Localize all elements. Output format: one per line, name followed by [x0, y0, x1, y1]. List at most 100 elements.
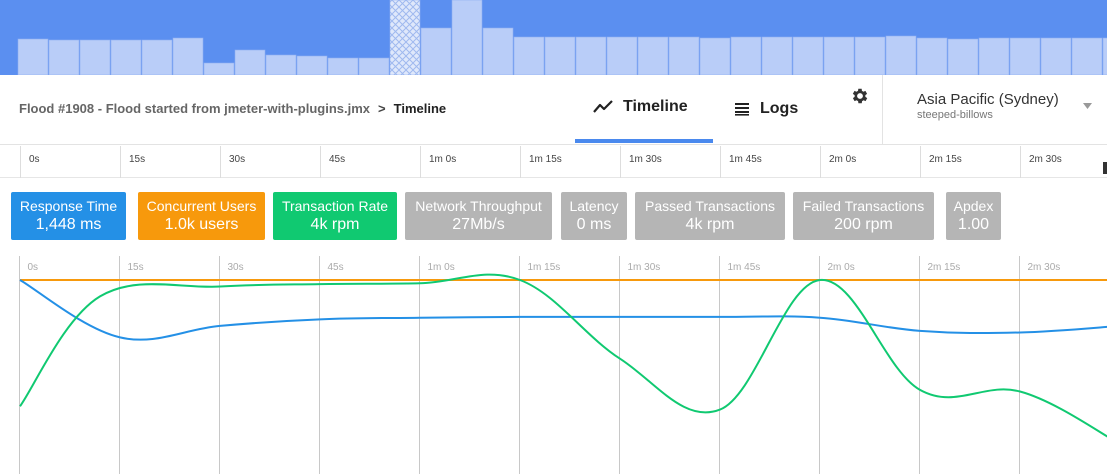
- metric-value: 200 rpm: [834, 216, 893, 233]
- overview-bar[interactable]: [544, 36, 576, 75]
- metric-value: 1.00: [957, 216, 990, 233]
- gear-icon[interactable]: [850, 86, 870, 106]
- breadcrumb: Flood #1908 - Flood started from jmeter-…: [19, 101, 446, 116]
- overview-bar[interactable]: [203, 62, 235, 75]
- metric-chip[interactable]: Transaction Rate 4k rpm: [273, 192, 397, 240]
- overview-bar[interactable]: [358, 57, 390, 75]
- overview-bar[interactable]: [265, 54, 297, 75]
- overview-bar[interactable]: [885, 35, 917, 75]
- overview-bar[interactable]: [761, 36, 793, 75]
- overview-bar[interactable]: [823, 36, 855, 75]
- time-ruler[interactable]: 0s 15s 30s 45s 1m 0s 1m 15s 1m 30s 1m 45s 2m 0s 2…: [0, 146, 1107, 178]
- overview-bar[interactable]: [575, 36, 607, 75]
- metric-value: 1,448 ms: [35, 216, 102, 233]
- metric-label: Transaction Rate: [281, 198, 389, 214]
- overview-bar[interactable]: [513, 36, 545, 75]
- overview-bar[interactable]: [79, 39, 111, 75]
- region-selector[interactable]: Asia Pacific (Sydney) steeped-billows: [882, 75, 1107, 145]
- ruler-tick-label: 1m 15s: [520, 146, 562, 178]
- chart-x-tick-label: 1m 30s: [628, 262, 661, 273]
- timeline-line-chart[interactable]: 0s 15s 30s 45s 1m 0s 1m 15s 1m 30s 1m 45s 2m 0s 2…: [0, 256, 1107, 474]
- ruler-tick-label: 15s: [120, 146, 145, 178]
- region-name: Asia Pacific (Sydney): [917, 91, 1059, 108]
- chart-x-tick-label: 0s: [28, 262, 39, 273]
- overview-bar[interactable]: [172, 37, 204, 75]
- tab-timeline[interactable]: Timeline: [575, 75, 713, 143]
- overview-bar[interactable]: [141, 39, 173, 75]
- metric-chip[interactable]: Apdex 1.00: [946, 192, 1001, 240]
- metric-value: 27Mb/s: [452, 216, 505, 233]
- metric-label: Response Time: [19, 198, 118, 214]
- chart-x-tick-label: 1m 15s: [528, 262, 561, 273]
- header-bar: Flood #1908 - Flood started from jmeter-…: [0, 75, 1107, 145]
- overview-selected-bar[interactable]: [389, 0, 421, 75]
- overview-bar[interactable]: [699, 37, 731, 75]
- ruler-tick-label: 2m 30s: [1020, 146, 1062, 178]
- overview-bar[interactable]: [110, 39, 142, 75]
- overview-bar[interactable]: [17, 38, 49, 75]
- ruler-cursor-handle[interactable]: [1103, 162, 1107, 174]
- ruler-tick-label: 2m 0s: [820, 146, 856, 178]
- metric-label: Failed Transactions: [802, 198, 925, 214]
- metric-chip[interactable]: Network Throughput 27Mb/s: [405, 192, 552, 240]
- overview-bar-chart[interactable]: [0, 0, 1107, 75]
- timeline-overview[interactable]: [0, 0, 1107, 75]
- ruler-tick-label: 0s: [20, 146, 40, 178]
- metric-value: 4k rpm: [310, 216, 360, 233]
- chart-x-tick-label: 45s: [328, 262, 344, 273]
- overview-bar[interactable]: [1009, 37, 1041, 75]
- ruler-tick-label: 1m 45s: [720, 146, 762, 178]
- chart-x-tick-label: 30s: [228, 262, 244, 273]
- metric-label: Concurrent Users: [146, 198, 257, 214]
- overview-bar[interactable]: [668, 36, 700, 75]
- overview-bar[interactable]: [947, 38, 979, 75]
- metric-chip[interactable]: Failed Transactions 200 rpm: [793, 192, 934, 240]
- dropdown-arrow-icon: [1083, 103, 1092, 109]
- breadcrumb-flood-link[interactable]: Flood #1908 - Flood started from jmeter-…: [19, 101, 370, 116]
- timeline-chart-icon: [593, 100, 613, 113]
- ruler-tick-label: 30s: [220, 146, 245, 178]
- metric-chip[interactable]: Response Time 1,448 ms: [11, 192, 126, 240]
- overview-bar[interactable]: [1102, 37, 1107, 75]
- overview-bar[interactable]: [234, 49, 266, 75]
- tab-timeline-label: Timeline: [623, 98, 688, 115]
- metric-chip[interactable]: Latency 0 ms: [561, 192, 627, 240]
- chart-x-tick-label: 2m 0s: [828, 262, 855, 273]
- ruler-tick-label: 45s: [320, 146, 345, 178]
- overview-bar[interactable]: [451, 0, 483, 75]
- chart-x-tick-label: 1m 45s: [728, 262, 761, 273]
- chart-x-tick-label: 1m 0s: [428, 262, 455, 273]
- metric-label: Latency: [569, 198, 619, 214]
- ruler-tick-label: 2m 15s: [920, 146, 962, 178]
- overview-bar[interactable]: [1040, 37, 1072, 75]
- metric-label: Passed Transactions: [645, 198, 775, 214]
- overview-bar[interactable]: [854, 36, 886, 75]
- overview-bar[interactable]: [730, 36, 762, 75]
- overview-bar[interactable]: [792, 36, 824, 75]
- metric-value: 1.0k users: [164, 216, 239, 233]
- metric-chip[interactable]: Concurrent Users 1.0k users: [138, 192, 265, 240]
- list-icon: [735, 103, 749, 116]
- overview-bar[interactable]: [637, 36, 669, 75]
- tab-logs[interactable]: Logs: [734, 75, 824, 143]
- ruler-tick-label: 1m 0s: [420, 146, 456, 178]
- ruler-tick-label: 1m 30s: [620, 146, 662, 178]
- tab-logs-label: Logs: [760, 100, 799, 117]
- overview-bar[interactable]: [296, 55, 328, 75]
- overview-bar[interactable]: [48, 39, 80, 75]
- metric-value: 0 ms: [576, 216, 612, 233]
- overview-bar[interactable]: [606, 36, 638, 75]
- chart-x-tick-label: 2m 15s: [928, 262, 961, 273]
- metric-label: Network Throughput: [415, 198, 542, 214]
- series-line-transaction-rate: [19, 273, 1107, 438]
- chart-x-tick-label: 15s: [128, 262, 144, 273]
- overview-bar[interactable]: [916, 37, 948, 75]
- metric-chip[interactable]: Passed Transactions 4k rpm: [635, 192, 785, 240]
- overview-bar[interactable]: [978, 37, 1010, 75]
- chart-x-tick-label: 2m 30s: [1028, 262, 1061, 273]
- overview-bar[interactable]: [327, 57, 359, 75]
- metric-label: Apdex: [953, 198, 994, 214]
- overview-bar[interactable]: [420, 27, 452, 75]
- overview-bar[interactable]: [482, 27, 514, 75]
- overview-bar[interactable]: [1071, 37, 1103, 75]
